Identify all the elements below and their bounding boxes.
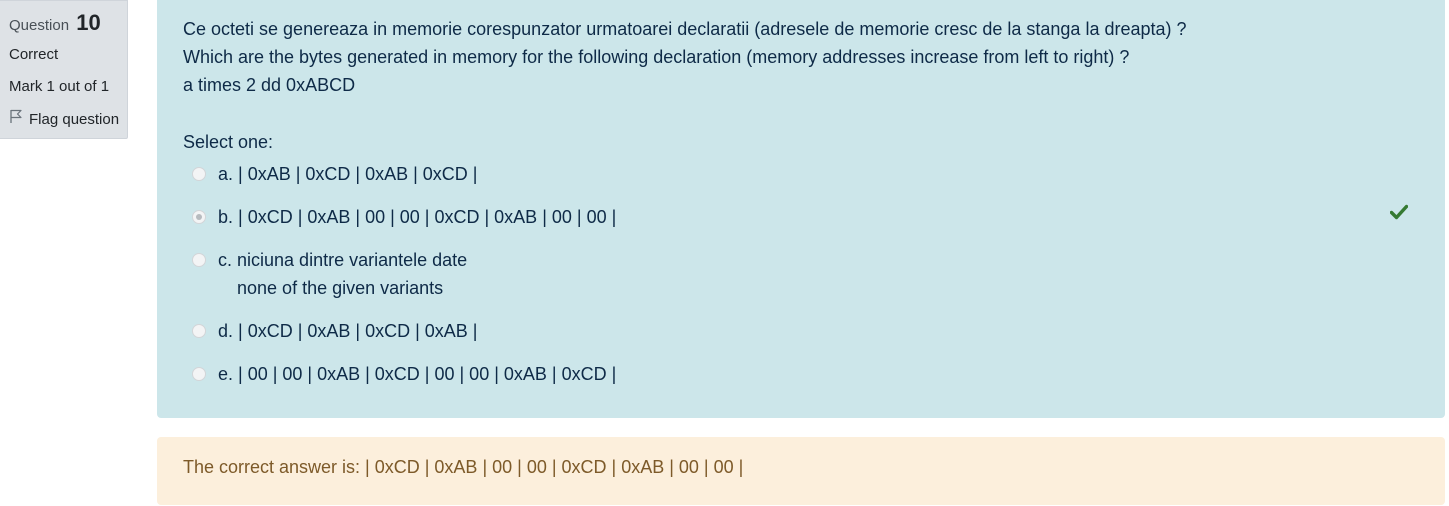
question-grade: Mark 1 out of 1 bbox=[9, 78, 110, 95]
question-text-line: Ce octeti se genereaza in memorie coresp… bbox=[183, 19, 1187, 39]
check-icon bbox=[1389, 204, 1409, 225]
option-text: | 00 | 00 | 0xAB | 0xCD | 00 | 00 | 0xAB… bbox=[238, 364, 617, 384]
radio-button-d[interactable] bbox=[192, 324, 206, 338]
correct-answer-text: The correct answer is: | 0xCD | 0xAB | 0… bbox=[183, 457, 744, 477]
question-state: Correct bbox=[9, 46, 59, 63]
feedback-panel: The correct answer is: | 0xCD | 0xAB | 0… bbox=[157, 437, 1445, 505]
option-text: | 0xCD | 0xAB | 0xCD | 0xAB | bbox=[238, 321, 478, 341]
answer-option-e[interactable]: e. | 00 | 00 | 0xAB | 0xCD | 00 | 00 | 0… bbox=[192, 360, 616, 388]
question-formulation: Ce octeti se genereaza in memorie coresp… bbox=[157, 0, 1445, 418]
flag-question-label: Flag question bbox=[29, 111, 120, 128]
radio-button-e[interactable] bbox=[192, 367, 206, 381]
option-letter: b. bbox=[218, 207, 234, 227]
option-letter: c. bbox=[218, 250, 233, 270]
flag-question-link[interactable]: Flag question bbox=[9, 109, 119, 131]
question-text-line: a times 2 dd 0xABCD bbox=[183, 75, 356, 95]
radio-button-c[interactable] bbox=[192, 253, 206, 267]
question-number: 10 bbox=[76, 10, 101, 35]
option-letter: a. bbox=[218, 164, 234, 184]
answer-option-c[interactable]: c. niciuna dintre variantele date none o… bbox=[192, 246, 467, 302]
question-number-heading: Question 10 bbox=[9, 9, 101, 40]
select-one-prompt: Select one: bbox=[183, 132, 274, 152]
flag-outline-icon bbox=[9, 109, 29, 131]
answer-option-a[interactable]: a. | 0xAB | 0xCD | 0xAB | 0xCD | bbox=[192, 160, 477, 188]
option-letter: e. bbox=[218, 364, 234, 384]
option-text-secondary: none of the given variants bbox=[237, 278, 444, 298]
question-text-line: Which are the bytes generated in memory … bbox=[183, 47, 1130, 67]
option-text: | 0xCD | 0xAB | 00 | 00 | 0xCD | 0xAB | … bbox=[238, 207, 617, 227]
radio-button-a[interactable] bbox=[192, 167, 206, 181]
radio-button-b[interactable] bbox=[192, 210, 206, 224]
option-text: | 0xAB | 0xCD | 0xAB | 0xCD | bbox=[238, 164, 478, 184]
answer-option-d[interactable]: d. | 0xCD | 0xAB | 0xCD | 0xAB | bbox=[192, 317, 477, 345]
option-letter: d. bbox=[218, 321, 234, 341]
question-text: Ce octeti se genereaza in memorie coresp… bbox=[183, 15, 1187, 99]
question-label: Question bbox=[9, 17, 70, 34]
option-text: niciuna dintre variantele date bbox=[237, 250, 468, 270]
question-info-panel: Question 10 Correct Mark 1 out of 1 Flag… bbox=[0, 0, 128, 139]
answer-option-b[interactable]: b. | 0xCD | 0xAB | 00 | 00 | 0xCD | 0xAB… bbox=[192, 203, 616, 231]
